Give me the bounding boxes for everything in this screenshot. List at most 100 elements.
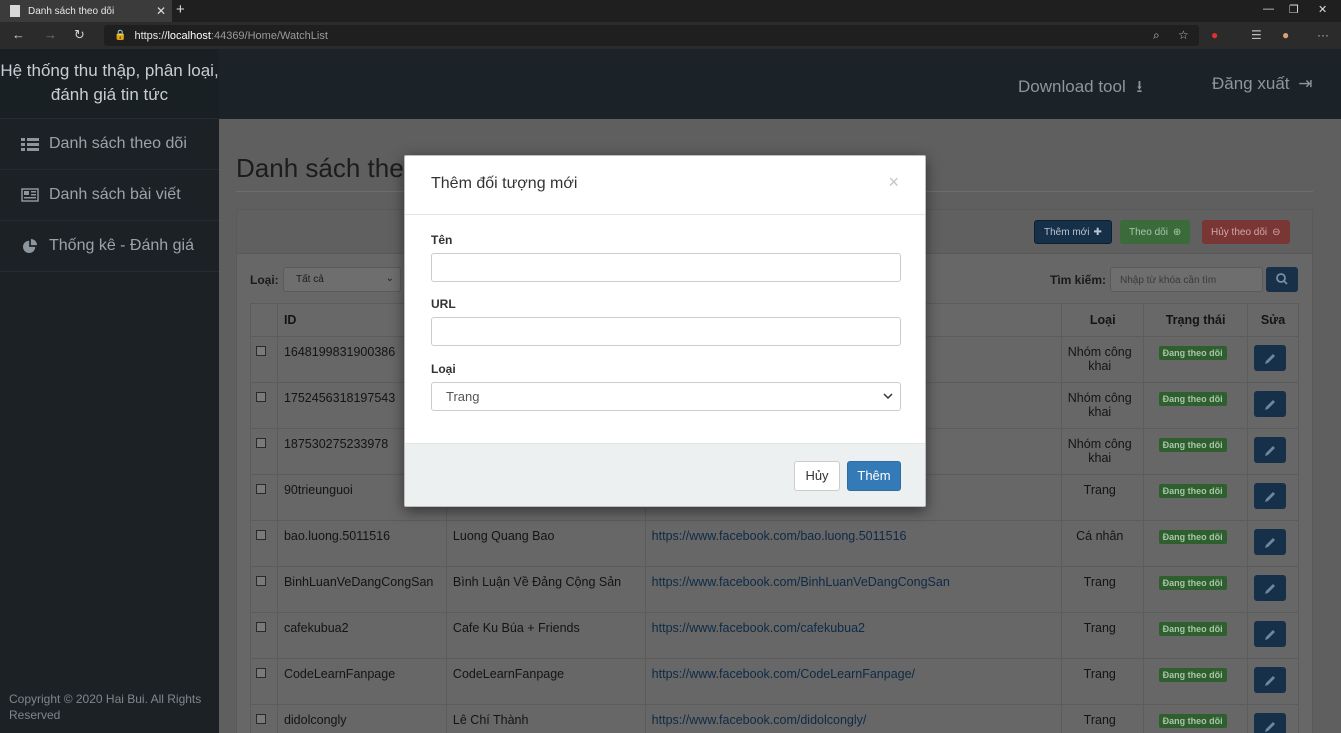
edit-button[interactable] (1253, 575, 1286, 601)
type-field-label: Loại (431, 362, 456, 376)
row-id: cafekubua2 (276, 612, 447, 659)
row-select-cell (250, 612, 278, 659)
row-name: Lê Chí Thành (445, 704, 646, 733)
profile-avatar-icon[interactable]: ● (1282, 28, 1289, 42)
modal-title: Thêm đối tượng mới (431, 175, 578, 192)
name-field-label: Tên (431, 233, 453, 247)
row-edit-cell (1246, 566, 1300, 613)
row-status-cell: Đang theo dõi (1143, 704, 1248, 733)
edit-button[interactable] (1253, 483, 1286, 509)
row-url-link[interactable]: https://www.facebook.com/BinhLuanVeDangC… (644, 566, 1063, 613)
add-new-button[interactable]: Thêm mới ✚ (1034, 220, 1112, 244)
zoom-icon[interactable]: ⌕ (1153, 28, 1160, 43)
newspaper-icon (21, 188, 39, 202)
type-filter-select[interactable]: Tất cả ⌄ (283, 267, 401, 292)
status-badge: Đang theo dõi (1158, 346, 1227, 360)
submit-add-button[interactable]: Thêm (847, 461, 901, 491)
pencil-icon (1264, 630, 1275, 640)
pencil-icon (1264, 492, 1275, 502)
new-tab-button[interactable]: + (176, 1, 185, 18)
minimize-icon[interactable]: — (1263, 3, 1274, 15)
row-url-link[interactable]: https://www.facebook.com/cafekubua2 (644, 612, 1063, 659)
search-button[interactable] (1266, 267, 1298, 292)
row-checkbox[interactable] (255, 530, 266, 540)
close-window-icon[interactable]: ✕ (1318, 3, 1327, 16)
row-checkbox[interactable] (255, 668, 266, 678)
row-checkbox[interactable] (255, 392, 266, 402)
modal-divider (405, 214, 925, 215)
row-name: Cafe Ku Búa + Friends (445, 612, 646, 659)
search-label: Tìm kiếm: (1050, 273, 1107, 287)
row-checkbox[interactable] (255, 346, 266, 356)
close-icon[interactable]: × (888, 172, 899, 193)
cancel-button[interactable]: Hủy (794, 461, 840, 491)
favorite-star-icon[interactable]: ☆ (1178, 28, 1189, 42)
row-select-cell (250, 382, 278, 429)
edit-button[interactable] (1253, 529, 1286, 555)
sidebar-item-articles[interactable]: Danh sách bài viết (0, 170, 219, 221)
unfollow-button[interactable]: Hủy theo dõi ⊖ (1202, 220, 1290, 244)
sidebar-item-label: Thống kê - Đánh giá (49, 237, 194, 254)
restore-icon[interactable]: ❐ (1289, 3, 1299, 16)
row-url-link[interactable]: https://www.facebook.com/bao.luong.50115… (644, 520, 1063, 567)
row-type: Trang (1061, 474, 1145, 521)
more-menu-icon[interactable]: ··· (1317, 28, 1329, 42)
row-url-link[interactable]: https://www.facebook.com/didolcongly/ (644, 704, 1063, 733)
row-status-cell: Đang theo dõi (1143, 612, 1248, 659)
browser-tab-bar: Danh sách theo dõi ✕ + — ❐ ✕ (0, 0, 1341, 22)
row-edit-cell (1246, 336, 1300, 383)
column-type: Loại (1061, 303, 1145, 337)
add-object-modal: Thêm đối tượng mới × Tên URL Loại Trang … (404, 155, 926, 507)
row-checkbox[interactable] (255, 576, 266, 586)
pencil-icon (1264, 722, 1275, 732)
copyright-text: Copyright © 2020 Hai Bui. All Rights Res… (9, 692, 202, 722)
row-select-cell (250, 474, 278, 521)
name-field[interactable] (431, 253, 901, 282)
browser-tab[interactable]: Danh sách theo dõi ✕ (0, 0, 172, 22)
address-bar-row: ← → ↻ 🔒 https:// localhost :44369/Home/W… (0, 22, 1341, 49)
row-type: Trang (1061, 658, 1145, 705)
logout-link[interactable]: Đăng xuất ⇥ (1212, 74, 1312, 94)
favorites-icon[interactable]: ☰ (1251, 28, 1262, 42)
table-row: CodeLearnFanpage CodeLearnFanpage https://… (250, 658, 1300, 705)
extension-icon[interactable]: ● (1211, 28, 1218, 42)
sidebar-item-watchlist[interactable]: Danh sách theo dõi (0, 119, 219, 170)
row-select-cell (250, 658, 278, 705)
forward-icon[interactable]: → (44, 27, 57, 42)
refresh-icon[interactable]: ↻ (74, 27, 85, 43)
row-checkbox[interactable] (255, 714, 266, 724)
close-tab-icon[interactable]: ✕ (156, 4, 166, 18)
edit-button[interactable] (1253, 437, 1286, 463)
row-type: Nhóm công khai (1061, 336, 1145, 383)
row-checkbox[interactable] (255, 438, 266, 448)
row-url-link[interactable]: https://www.facebook.com/CodeLearnFanpag… (644, 658, 1063, 705)
download-tool-link[interactable]: Download tool ⭳ (1018, 74, 1142, 103)
back-icon[interactable]: ← (12, 27, 25, 42)
table-row: bao.luong.5011516 Luong Quang Bao https://… (250, 520, 1300, 567)
edit-button[interactable] (1253, 713, 1286, 733)
row-status-cell: Đang theo dõi (1143, 566, 1248, 613)
column-status: Trạng thái (1143, 303, 1248, 337)
search-input[interactable]: Nhập từ khóa cần tìm (1110, 267, 1263, 292)
type-field-select[interactable]: Trang (431, 382, 901, 411)
edit-button[interactable] (1253, 667, 1286, 693)
row-id: bao.luong.5011516 (276, 520, 447, 567)
pie-chart-icon (23, 239, 37, 253)
row-type: Trang (1061, 612, 1145, 659)
row-edit-cell (1246, 612, 1300, 659)
url-field[interactable] (431, 317, 901, 346)
sidebar-item-statistics[interactable]: Thống kê - Đánh giá (0, 221, 219, 272)
select-all-header (250, 303, 278, 337)
row-checkbox[interactable] (255, 484, 266, 494)
row-status-cell: Đang theo dõi (1143, 382, 1248, 429)
row-checkbox[interactable] (255, 622, 266, 632)
follow-button[interactable]: Theo dõi ⊕ (1120, 220, 1191, 244)
pencil-icon (1264, 538, 1275, 548)
row-edit-cell (1246, 520, 1300, 567)
edit-button[interactable] (1253, 391, 1286, 417)
row-edit-cell (1246, 428, 1300, 475)
edit-button[interactable] (1253, 621, 1286, 647)
edit-button[interactable] (1253, 345, 1286, 371)
address-input[interactable]: 🔒 https:// localhost :44369/Home/WatchLi… (104, 25, 1199, 46)
status-badge: Đang theo dõi (1158, 530, 1227, 544)
